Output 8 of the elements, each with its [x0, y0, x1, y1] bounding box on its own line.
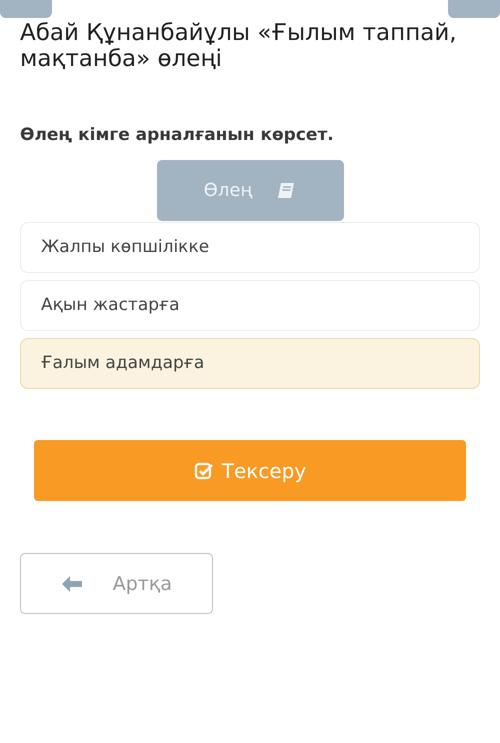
checkbox-icon [194, 460, 214, 481]
answer-option[interactable]: Ақын жастарға [20, 280, 480, 332]
page-title: Абай Құнанбайұлы «Ғылым таппай, мақтанба» өлеңі [20, 20, 458, 73]
book-icon [276, 182, 296, 200]
question-text: Өлең кімге арналғанын көрсет. [20, 124, 335, 147]
answer-option[interactable]: Ғалым адамдарға [20, 338, 480, 390]
answer-option[interactable]: Жалпы көпшілікке [20, 222, 480, 274]
arrow-left-icon [61, 574, 83, 593]
